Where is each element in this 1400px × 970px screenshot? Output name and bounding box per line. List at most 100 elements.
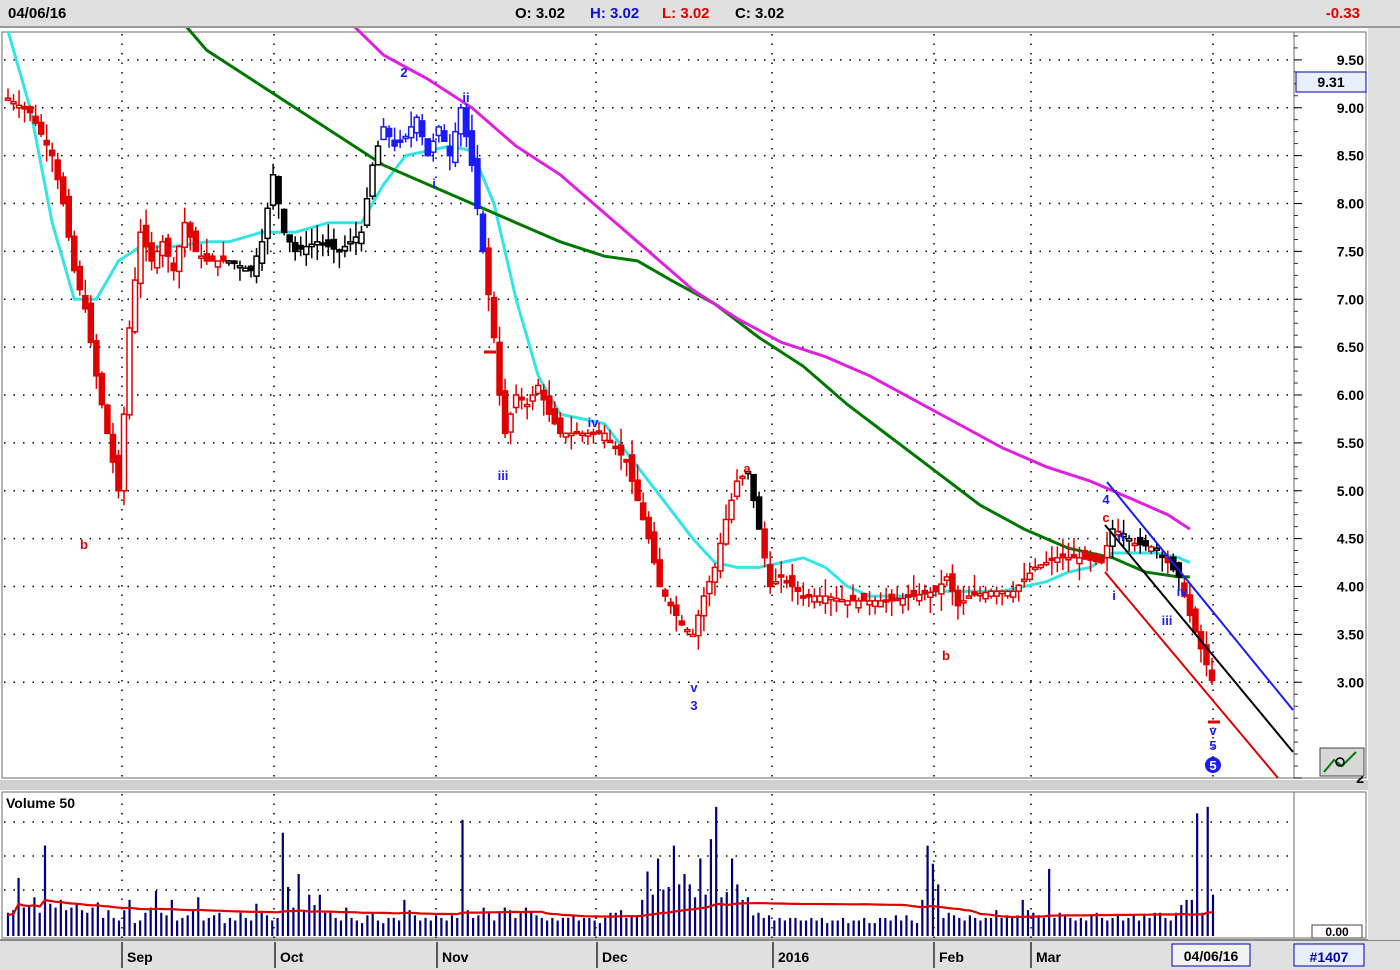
candle-body[interactable] (10, 101, 17, 105)
candle-body[interactable] (805, 594, 813, 598)
candle-body[interactable] (308, 243, 316, 248)
candle-body[interactable] (109, 433, 117, 463)
candle-body[interactable] (302, 245, 310, 256)
candle-body[interactable] (407, 126, 415, 139)
candle-body[interactable] (391, 139, 398, 147)
candle-body[interactable] (612, 445, 619, 450)
candle-body[interactable] (170, 262, 177, 272)
candle-body[interactable] (275, 176, 282, 205)
candle-body[interactable] (1103, 545, 1111, 559)
candle-body[interactable] (650, 531, 658, 564)
candle-body[interactable] (628, 454, 636, 482)
candle-body[interactable] (645, 516, 652, 540)
candle-body[interactable] (1208, 669, 1216, 682)
candle-body[interactable] (37, 121, 45, 135)
candle-body[interactable] (65, 195, 73, 238)
candle-body[interactable] (468, 130, 476, 166)
candle-body[interactable] (711, 566, 719, 583)
candle-body[interactable] (1136, 536, 1144, 546)
candle-body[interactable] (866, 600, 873, 606)
candle-body[interactable] (904, 594, 912, 599)
candle-body[interactable] (1070, 554, 1078, 559)
candle-body[interactable] (827, 596, 835, 601)
candle-body[interactable] (374, 145, 382, 166)
candle-body[interactable] (1098, 556, 1105, 564)
candle-body[interactable] (463, 107, 470, 138)
candle-body[interactable] (1004, 590, 1011, 597)
candle-body[interactable] (789, 575, 796, 588)
candle-body[interactable] (87, 302, 95, 344)
candle-body[interactable] (314, 241, 321, 246)
candle-body[interactable] (877, 600, 884, 608)
candle-body[interactable] (1159, 554, 1166, 559)
candle-body[interactable] (673, 604, 680, 616)
candle-body[interactable] (833, 597, 840, 602)
candle-body[interactable] (761, 528, 768, 559)
candle-body[interactable] (507, 413, 514, 433)
candle-body[interactable] (319, 242, 327, 246)
candle-body[interactable] (838, 598, 846, 603)
candle-body[interactable] (623, 458, 630, 463)
candle-body[interactable] (678, 620, 686, 626)
candle-body[interactable] (661, 589, 669, 597)
candle-body[interactable] (48, 149, 56, 157)
candle-body[interactable] (573, 430, 581, 435)
candle-body[interactable] (413, 116, 420, 134)
candle-body[interactable] (297, 244, 304, 250)
candle-body[interactable] (137, 231, 144, 285)
candle-body[interactable] (59, 176, 67, 205)
candle-body[interactable] (424, 138, 431, 157)
candle-body[interactable] (706, 580, 713, 595)
candle-body[interactable] (882, 599, 890, 603)
candle-body[interactable] (457, 107, 465, 135)
candle-body[interactable] (551, 408, 559, 425)
candle-body[interactable] (280, 208, 288, 233)
candle-body[interactable] (358, 231, 365, 245)
candle-body[interactable] (695, 614, 702, 637)
candle-body[interactable] (198, 255, 205, 259)
candle-body[interactable] (568, 432, 575, 437)
candle-body[interactable] (667, 601, 675, 607)
candle-body[interactable] (214, 260, 222, 268)
candle-body[interactable] (1087, 554, 1094, 561)
candle-body[interactable] (82, 294, 89, 310)
candle-body[interactable] (286, 234, 293, 243)
candle-body[interactable] (656, 559, 663, 588)
candle-body[interactable] (269, 174, 277, 206)
candle-body[interactable] (557, 417, 564, 435)
candle-body[interactable] (1125, 537, 1133, 542)
candle-body[interactable] (54, 159, 61, 181)
candle-body[interactable] (192, 230, 200, 253)
candle-body[interactable] (352, 236, 360, 244)
candle-body[interactable] (93, 340, 100, 377)
candle-body[interactable] (523, 403, 531, 408)
candle-body[interactable] (595, 430, 603, 435)
candle-body[interactable] (43, 139, 50, 146)
candle-body[interactable] (142, 224, 150, 248)
candle-body[interactable] (115, 454, 122, 492)
candle-body[interactable] (816, 595, 824, 603)
candle-body[interactable] (325, 239, 332, 248)
candle-body[interactable] (772, 580, 779, 585)
candle-body[interactable] (126, 327, 133, 416)
candle-body[interactable] (728, 499, 735, 521)
candle-body[interactable] (811, 595, 818, 603)
candle-body[interactable] (187, 222, 194, 238)
candle-body[interactable] (849, 594, 857, 602)
candle-body[interactable] (1009, 590, 1017, 598)
candle-body[interactable] (474, 158, 481, 210)
candle-body[interactable] (385, 127, 393, 138)
candle-body[interactable] (910, 589, 918, 597)
candle-body[interactable] (330, 238, 338, 250)
candle-body[interactable] (971, 591, 978, 596)
candle-body[interactable] (584, 432, 592, 437)
candle-body[interactable] (794, 586, 802, 593)
candle-body[interactable] (755, 496, 763, 530)
candle-body[interactable] (347, 241, 354, 245)
candle-body[interactable] (540, 389, 547, 401)
candle-body[interactable] (1081, 550, 1089, 560)
candle-body[interactable] (496, 341, 503, 396)
candle-body[interactable] (888, 593, 895, 602)
candle-body[interactable] (452, 130, 459, 164)
candle-body[interactable] (639, 502, 647, 521)
